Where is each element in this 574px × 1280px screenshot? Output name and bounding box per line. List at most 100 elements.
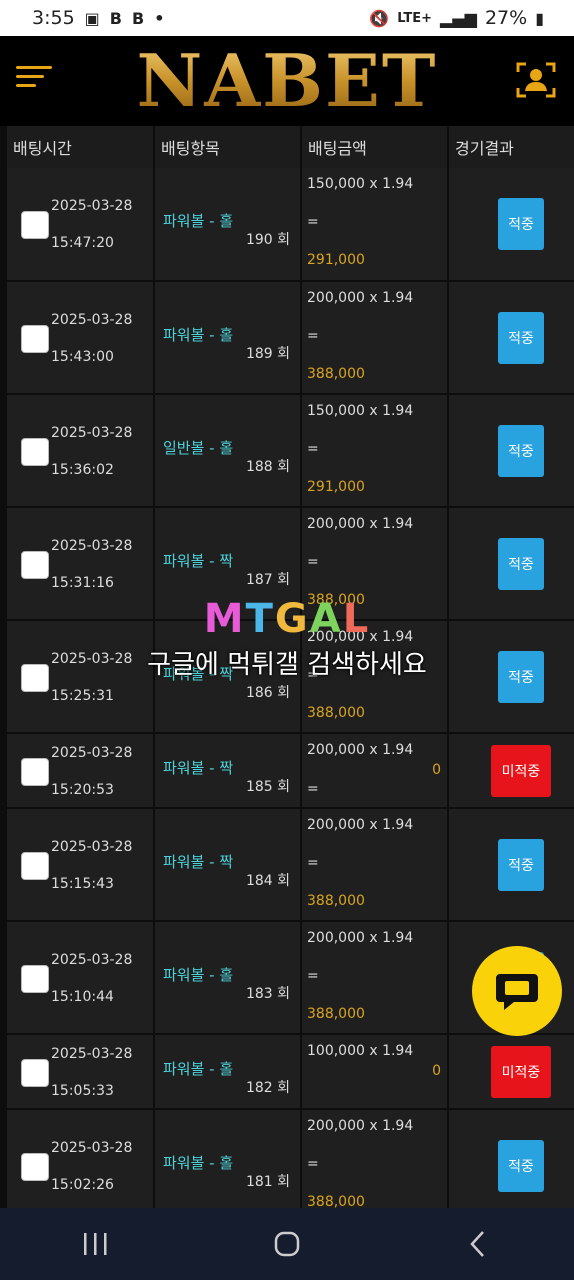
col-result: 경기결과 [448, 126, 574, 168]
bet-win-amount: 291,000 [307, 479, 365, 495]
cell-result: 적중 [448, 168, 574, 282]
cell-bet-item: 파워볼 - 홀 183 회 [154, 921, 302, 1035]
bet-round: 181 회 [245, 1173, 290, 1190]
table-row: 2025-03-28 15:05:33 파워볼 - 홀 182 회 100,000 x … [7, 1034, 574, 1110]
bet-date: 2025-03-28 [51, 838, 133, 855]
row-checkbox[interactable] [21, 851, 49, 880]
signal-icon: ▂▄▆ [440, 8, 477, 28]
cell-bet-item: 파워볼 - 짝 186 회 [154, 620, 302, 734]
bet-win-amount: 388,000 [307, 705, 365, 721]
back-button[interactable] [448, 1224, 508, 1264]
cell-bet-item: 파워볼 - 홀 181 회 [154, 1109, 302, 1223]
bet-game: 파워볼 - 짝 [163, 852, 234, 871]
system-nav-bar [0, 1208, 574, 1280]
bet-game: 파워볼 - 홀 [163, 965, 234, 984]
bet-game: 파워볼 - 홀 [163, 325, 234, 344]
home-button[interactable] [257, 1224, 317, 1264]
cell-bet-amount: 200,000 x 1.94 = 388,000 [301, 507, 449, 621]
cell-bet-item: 파워볼 - 홀 182 회 [154, 1034, 302, 1110]
cell-bet-item: 파워볼 - 홀 189 회 [154, 281, 302, 395]
table-row: 2025-03-28 15:20:53 파워볼 - 짝 185 회 200,000 x … [7, 733, 574, 809]
row-checkbox[interactable] [21, 550, 49, 579]
bet-game: 파워볼 - 짝 [163, 664, 234, 683]
result-badge[interactable]: 미적중 [491, 1045, 551, 1098]
menu-icon[interactable] [16, 60, 56, 100]
result-badge[interactable]: 적중 [498, 424, 544, 477]
bet-round: 190 회 [245, 231, 290, 248]
row-checkbox[interactable] [21, 757, 49, 786]
bet-equals: = [307, 968, 319, 984]
cell-bet-time: 2025-03-28 15:31:16 [7, 507, 155, 621]
bet-time: 15:25:31 [51, 687, 114, 704]
cell-bet-amount: 200,000 x 1.94 = 0 [301, 733, 449, 809]
cell-bet-amount: 200,000 x 1.94 = 388,000 [301, 808, 449, 922]
bet-win-amount: 388,000 [307, 592, 365, 608]
bet-date: 2025-03-28 [51, 744, 133, 761]
bet-round: 186 회 [245, 684, 290, 701]
bet-amount: 150,000 x 1.94 [307, 176, 414, 192]
site-logo[interactable]: NABET [137, 36, 438, 126]
battery-icon: ▮ [535, 8, 544, 28]
row-checkbox[interactable] [21, 1152, 49, 1181]
cell-result: 적중 [448, 281, 574, 395]
bet-game: 파워볼 - 홀 [163, 211, 234, 230]
row-checkbox[interactable] [21, 1058, 49, 1087]
bet-round: 187 회 [245, 571, 290, 588]
chat-button[interactable] [472, 946, 562, 1036]
bet-amount: 100,000 x 1.94 [307, 1043, 414, 1059]
row-checkbox[interactable] [21, 324, 49, 353]
cell-bet-item: 파워볼 - 짝 184 회 [154, 808, 302, 922]
bet-date: 2025-03-28 [51, 650, 133, 667]
row-checkbox[interactable] [21, 211, 49, 239]
col-bet-item: 배팅항목 [154, 126, 302, 168]
row-checkbox[interactable] [21, 964, 49, 993]
table-row: 2025-03-28 15:36:02 일반볼 - 홀 188 회 150,000 x … [7, 394, 574, 508]
bet-history-table: 배팅시간 배팅항목 배팅금액 경기결과 2025-03-28 15:47:20 파워… [7, 126, 574, 1223]
cell-result: 미적중 [448, 733, 574, 809]
bet-time: 15:43:00 [51, 348, 114, 365]
result-badge[interactable]: 미적중 [491, 744, 551, 797]
result-badge[interactable]: 적중 [498, 311, 544, 364]
bet-equals: = [307, 1156, 319, 1172]
cell-bet-amount: 200,000 x 1.94 = 388,000 [301, 620, 449, 734]
bet-date: 2025-03-28 [51, 197, 133, 214]
cell-bet-amount: 200,000 x 1.94 = 388,000 [301, 921, 449, 1035]
bet-round: 185 회 [245, 778, 290, 795]
row-checkbox[interactable] [21, 437, 49, 466]
bet-time: 15:15:43 [51, 875, 114, 892]
bet-win-amount: 291,000 [307, 252, 365, 268]
result-badge[interactable]: 적중 [498, 838, 544, 891]
cell-bet-time: 2025-03-28 15:02:26 [7, 1109, 155, 1223]
cell-result: 적중 [448, 394, 574, 508]
bet-date: 2025-03-28 [51, 1139, 133, 1156]
mute-icon: 🔇 [369, 8, 390, 28]
cell-result: 미적중 [448, 1034, 574, 1110]
cell-bet-item: 파워볼 - 짝 187 회 [154, 507, 302, 621]
dot-icon: • [154, 8, 165, 28]
bet-amount: 200,000 x 1.94 [307, 1118, 414, 1134]
result-badge[interactable]: 적중 [498, 537, 544, 590]
recent-apps-icon [83, 1233, 107, 1255]
bet-amount: 200,000 x 1.94 [307, 290, 414, 306]
bet-equals: = [307, 441, 319, 457]
user-profile-icon[interactable] [516, 60, 556, 100]
col-bet-amount: 배팅금액 [301, 126, 449, 168]
gallery-icon: ▣ [84, 8, 100, 28]
bet-game: 일반볼 - 홀 [163, 438, 234, 457]
result-badge[interactable]: 적중 [498, 650, 544, 703]
bet-win-amount: 388,000 [307, 366, 365, 382]
recent-apps-button[interactable] [66, 1224, 126, 1264]
result-badge[interactable]: 적중 [498, 198, 544, 250]
bet-game: 파워볼 - 홀 [163, 1059, 234, 1078]
bet-win-amount: 388,000 [307, 893, 365, 909]
row-checkbox[interactable] [21, 663, 49, 692]
cell-bet-item: 파워볼 - 짝 185 회 [154, 733, 302, 809]
cell-result: 적중 [448, 1109, 574, 1223]
bet-round: 183 회 [245, 985, 290, 1002]
chat-icon [496, 974, 538, 1010]
bet-date: 2025-03-28 [51, 424, 133, 441]
bet-equals: = [307, 855, 319, 871]
bet-time: 15:02:26 [51, 1176, 114, 1193]
result-badge[interactable]: 적중 [498, 1139, 544, 1192]
cell-bet-item: 파워볼 - 홀 190 회 [154, 168, 302, 282]
